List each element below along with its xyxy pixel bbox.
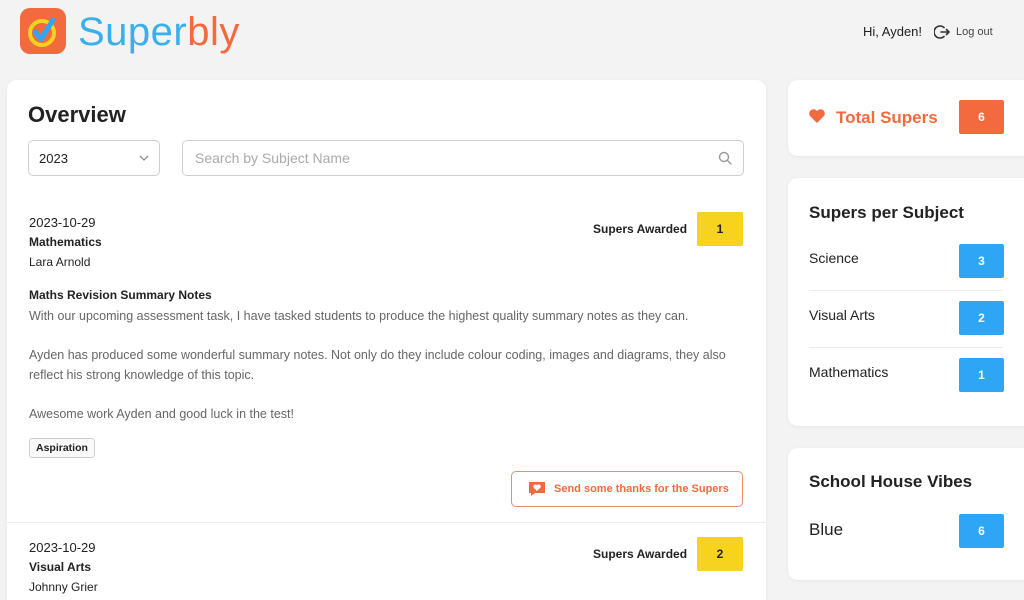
- subject-name: Visual Arts: [809, 307, 875, 323]
- entry-teacher: Lara Arnold: [29, 255, 91, 269]
- subject-count-badge: 2: [959, 301, 1004, 335]
- entry-divider: [7, 522, 766, 523]
- logout-icon: [934, 25, 950, 39]
- heart-icon: [809, 109, 825, 123]
- school-house-card: School House Vibes Blue 6: [788, 448, 1024, 580]
- subject-row: Mathematics 1: [809, 347, 1004, 404]
- house-badge: 6: [959, 514, 1004, 548]
- chevron-down-icon: [139, 155, 149, 161]
- search-input[interactable]: [193, 141, 693, 175]
- supers-awarded-badge: 2: [697, 537, 743, 571]
- supers-awarded-label: Supers Awarded: [593, 547, 688, 561]
- subject-name: Science: [809, 250, 859, 266]
- note-paragraph: With our upcoming assessment task, I hav…: [29, 309, 689, 323]
- search-box: [182, 140, 744, 176]
- subject-count-badge: 1: [959, 358, 1004, 392]
- entry-date: 2023-10-29: [29, 215, 96, 230]
- supers-awarded-badge: 1: [697, 212, 743, 246]
- total-supers-card: Total Supers 6: [788, 80, 1024, 156]
- year-select[interactable]: 2023: [28, 140, 160, 176]
- user-greeting: Hi, Ayden!: [863, 24, 923, 39]
- subject-row: Visual Arts 2: [809, 290, 1004, 347]
- app-logo-text: Superbly: [78, 10, 240, 54]
- card-title: School House Vibes: [809, 472, 973, 491]
- entry-subject: Visual Arts: [29, 560, 92, 574]
- send-thanks-button[interactable]: Send some thanks for the Supers: [511, 471, 743, 507]
- subject-count-badge: 3: [959, 244, 1004, 278]
- total-supers-label: Total Supers: [836, 108, 938, 127]
- logout-label: Log out: [956, 26, 993, 38]
- supers-per-subject-card: Supers per Subject Science 3 Visual Arts…: [788, 178, 1024, 426]
- send-thanks-label: Send some thanks for the Supers: [554, 483, 729, 495]
- note-title: Maths Revision Summary Notes: [29, 288, 212, 302]
- year-select-value: 2023: [39, 150, 68, 166]
- page-title: Overview: [28, 102, 126, 127]
- heart-message-icon: [529, 482, 545, 496]
- note-paragraph: Ayden has produced some wonderful summar…: [29, 348, 726, 382]
- overview-card: Overview 2023 2023-10-29 Mathematics Lar…: [7, 80, 766, 600]
- entry-teacher: Johnny Grier: [29, 580, 98, 594]
- logout-button[interactable]: Log out: [934, 22, 993, 42]
- subject-row: Science 3: [809, 233, 1004, 290]
- supers-awarded-label: Supers Awarded: [593, 222, 688, 236]
- entry-subject: Mathematics: [29, 235, 102, 249]
- note-paragraph: Awesome work Ayden and good luck in the …: [29, 407, 294, 421]
- house-name: Blue: [809, 520, 844, 539]
- entry-date: 2023-10-29: [29, 540, 96, 555]
- value-tag: Aspiration: [29, 438, 95, 458]
- logo-icon: [20, 8, 66, 54]
- search-icon[interactable]: [718, 151, 732, 165]
- app-header: Superbly Hi, Ayden! Log out: [0, 0, 1024, 72]
- card-title: Supers per Subject: [809, 203, 964, 222]
- total-supers-badge: 6: [959, 100, 1004, 134]
- subject-name: Mathematics: [809, 364, 889, 380]
